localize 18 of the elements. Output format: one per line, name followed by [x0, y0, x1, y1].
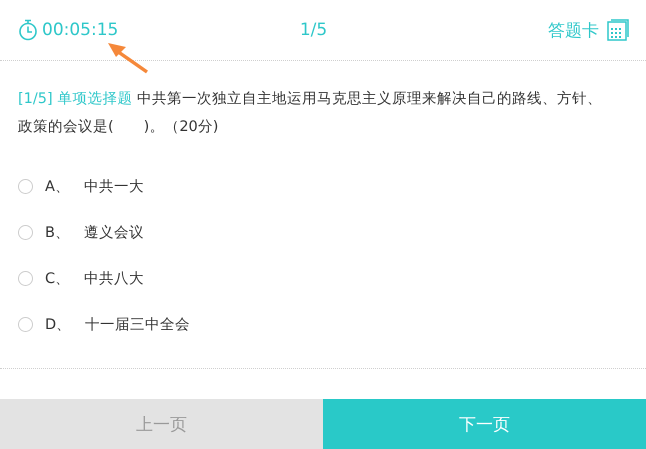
grid-icon	[607, 19, 629, 41]
progress-text: 1/5	[298, 20, 328, 40]
option-text[interactable]: 中共一大	[84, 176, 144, 196]
radio-button[interactable]	[18, 270, 33, 286]
option-text[interactable]: 中共八大	[84, 268, 144, 288]
annotation-arrow	[107, 42, 149, 74]
timer-text: 00:05:15	[42, 20, 118, 40]
option-label[interactable]: B、	[45, 222, 70, 242]
option-text[interactable]: 十一届三中全会	[85, 314, 190, 334]
timer-icon	[18, 19, 38, 41]
option-label[interactable]: A、	[45, 176, 70, 196]
option-text[interactable]: 遵义会议	[84, 222, 144, 242]
question-text: [1/5] 单项选择题 中共第一次独立自主地运用马克思主义原理来解决自己的路线、方针、政策的会议是( )。（20分)	[18, 90, 603, 137]
radio-button[interactable]	[18, 224, 33, 240]
option-label[interactable]: C、	[45, 268, 70, 288]
radio-button[interactable]	[18, 178, 33, 194]
option-label[interactable]: D、	[45, 314, 72, 334]
radio-button[interactable]	[18, 316, 33, 332]
